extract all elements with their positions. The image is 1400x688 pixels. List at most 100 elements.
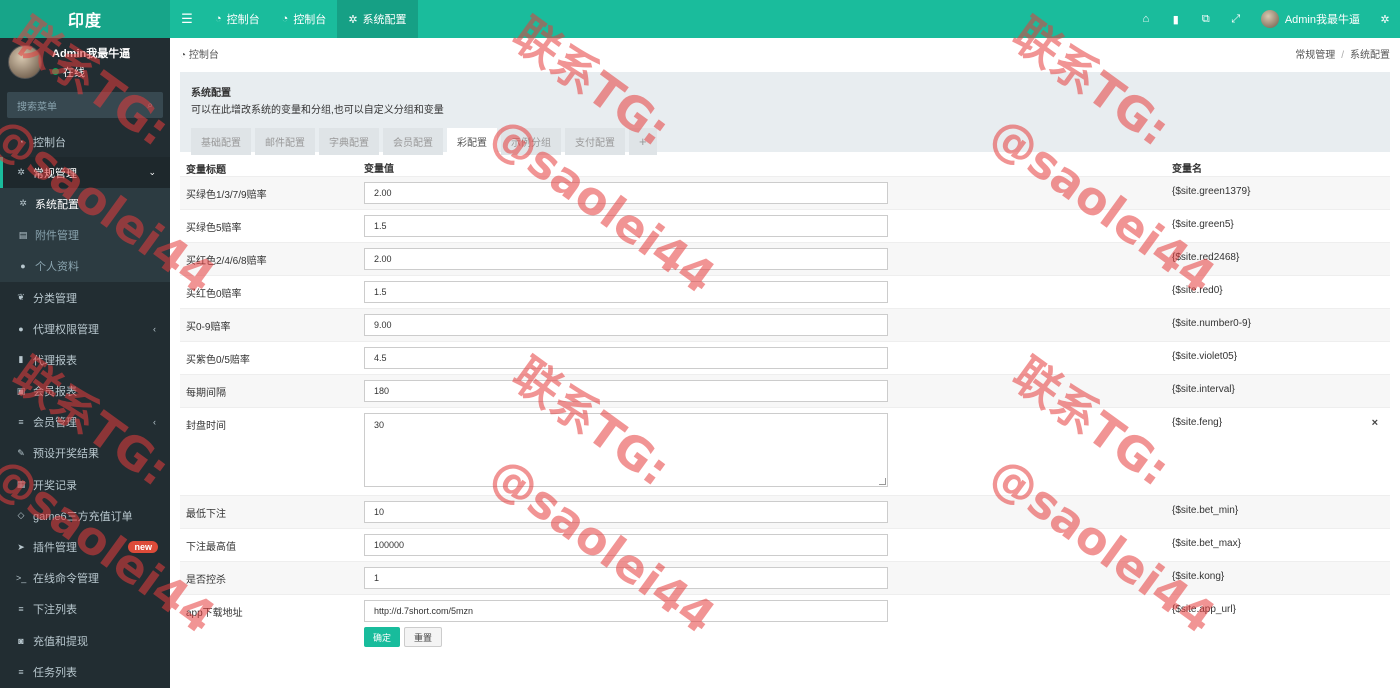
calendar-icon: ▦	[16, 479, 26, 490]
sidebar-item-10[interactable]: ✎ 预设开奖结果	[0, 438, 170, 469]
home-icon[interactable]: ⌂	[1131, 13, 1161, 25]
sidebar-item-1[interactable]: ✲ 常规管理 ⌄	[0, 157, 170, 189]
table-row: 最低下注 10 {$site.bet_min}	[180, 495, 1390, 529]
delete-icon[interactable]: ×	[1372, 417, 1378, 429]
sidebar-item-13[interactable]: ➤ 插件管理 new	[0, 531, 170, 562]
sidebar-toggle-icon[interactable]: ☰	[170, 0, 204, 38]
translate-icon[interactable]: ⧉	[1191, 13, 1221, 26]
sidebar-item-14[interactable]: >_ 在线命令管理	[0, 563, 170, 594]
list-icon: ≡	[18, 604, 24, 615]
sidebar-item-4[interactable]: ● 个人资料	[0, 250, 170, 282]
sidebar-item-12[interactable]: ◇ game6三方充值订单	[0, 500, 170, 531]
input-value: 9.00	[374, 320, 392, 330]
resize-handle[interactable]	[879, 478, 886, 485]
reset-button[interactable]: 重置	[404, 627, 443, 647]
variable-value-input[interactable]: 10	[364, 501, 888, 523]
dashboard-icon: ◔	[215, 13, 222, 25]
list-icon: ≡	[18, 417, 24, 428]
variable-value-input[interactable]: 100000	[364, 534, 888, 556]
sidebar-item-11[interactable]: ▦ 开奖记录	[0, 469, 170, 500]
variable-value-input[interactable]: 180	[364, 380, 888, 402]
add-tab-button[interactable]: +	[629, 128, 657, 155]
tab-config-0[interactable]: 基础配置	[191, 128, 251, 155]
sidebar-item-17[interactable]: ≡ 任务列表	[0, 656, 170, 687]
variable-title: app下载地址	[180, 594, 358, 627]
sidebar-item-9[interactable]: ≡ 会员管理 ‹	[0, 407, 170, 438]
sidebar-item-8[interactable]: ▣ 会员报表	[0, 376, 170, 407]
top-tab-system-config[interactable]: ✲ 系统配置	[337, 0, 418, 38]
panel-title: 系统配置	[191, 88, 231, 99]
input-value: 1.5	[374, 287, 387, 297]
chevron-down-icon: ⌄	[148, 167, 156, 178]
sidebar-item-label: game6三方充值订单	[33, 510, 133, 523]
input-value: 180	[374, 386, 390, 396]
table-row: app下载地址 http://d.7short.com/5mzn {$site.ap…	[180, 594, 1390, 627]
variable-value-input[interactable]: 4.5	[364, 347, 888, 369]
top-navbar: ☰ ◔ 控制台 ◔ 控制台 ✲ 系统配置 ⌂ ▮ ⧉ ⤢ Admin我最牛逼 ✲	[170, 0, 1400, 38]
tab-config-3[interactable]: 会员配置	[383, 128, 443, 155]
table-row: 下注最高值 100000 {$site.bet_max}	[180, 528, 1390, 562]
tab-config-1[interactable]: 邮件配置	[255, 128, 315, 155]
fullscreen-icon[interactable]: ⤢	[1221, 13, 1251, 26]
sidebar-item-label: 下注列表	[33, 604, 77, 617]
variable-value-input[interactable]: 9.00	[364, 314, 888, 336]
app-logo[interactable]: 印度	[0, 0, 170, 38]
settings-gear-icon[interactable]: ✲	[1370, 13, 1400, 26]
variable-title: 买紫色0/5赔率	[180, 341, 358, 375]
sidebar-item-label: 充值和提现	[33, 635, 88, 648]
sidebar-item-5[interactable]: ❦ 分类管理	[0, 282, 170, 313]
variable-value-input[interactable]: 1.5	[364, 281, 888, 303]
config-tabs: 基础配置 邮件配置 字典配置 会员配置 彩配置 示例分组 支付配置 +	[191, 128, 1379, 155]
confirm-button[interactable]: 确定	[364, 627, 401, 647]
sidebar-item-label: 任务列表	[33, 666, 77, 679]
variable-name: {$site.feng}	[1172, 417, 1223, 428]
panel-description: 可以在此增改系统的变量和分组,也可以自定义分组和变量	[191, 105, 444, 116]
variable-value-textarea[interactable]: 30	[364, 413, 888, 487]
table-row: 每期间隔 180 {$site.interval}	[180, 374, 1390, 408]
sidebar-item-3[interactable]: ▤ 附件管理	[0, 219, 170, 251]
variable-title: 下注最高值	[180, 528, 358, 562]
variable-value-input[interactable]: http://d.7short.com/5mzn	[364, 600, 888, 622]
variable-value-input[interactable]: 2.00	[364, 248, 888, 270]
group-icon: ●	[18, 323, 24, 334]
tab-config-4[interactable]: 彩配置	[447, 128, 497, 155]
table-row: 买绿色1/3/7/9赔率 2.00 {$site.green1379}	[180, 176, 1390, 210]
sidebar-item-7[interactable]: ▮ 代理报表	[0, 344, 170, 375]
variable-title: 每期间隔	[180, 374, 358, 408]
sidebar-item-6[interactable]: ● 代理权限管理 ‹	[0, 313, 170, 344]
column-header: 变量值	[364, 163, 394, 175]
column-header: 变量名	[1172, 163, 1202, 175]
tab-config-2[interactable]: 字典配置	[319, 128, 379, 155]
variable-title: 最低下注	[180, 495, 358, 529]
breadcrumb-item[interactable]: 常规管理	[1295, 50, 1335, 61]
sidebar-item-15[interactable]: ≡ 下注列表	[0, 594, 170, 625]
top-tab-dashboard-2[interactable]: ◔ 控制台	[271, 0, 338, 38]
top-tab-dashboard-1[interactable]: ◔ 控制台	[204, 0, 271, 38]
variable-name: {$site.green5}	[1172, 219, 1234, 230]
sidebar-item-0[interactable]: ◔ 控制台	[0, 126, 170, 157]
address-book-icon: ▣	[16, 385, 26, 396]
trash-icon[interactable]: ▮	[1161, 13, 1191, 26]
table-row: 是否控杀 1 {$site.kong}	[180, 561, 1390, 595]
input-value: 2.00	[374, 188, 392, 198]
search-icon[interactable]: ⌕	[147, 100, 153, 111]
variable-name: {$site.bet_min}	[1172, 505, 1239, 516]
user-menu[interactable]: Admin我最牛逼	[1251, 10, 1370, 28]
breadcrumb-item: 系统配置	[1350, 49, 1390, 61]
variable-name: {$site.kong}	[1172, 571, 1225, 582]
sidebar-item-16[interactable]: ◙ 充值和提现	[0, 625, 170, 656]
variable-value-input[interactable]: 1	[364, 567, 888, 589]
variable-value-input[interactable]: 2.00	[364, 182, 888, 204]
tab-config-5[interactable]: 示例分组	[501, 128, 561, 155]
sidebar-item-2[interactable]: ✲ 系统配置	[0, 188, 170, 220]
variable-name: {$site.red2468}	[1172, 252, 1240, 263]
dashboard-icon: ◔	[18, 136, 24, 147]
input-value: 10	[374, 507, 385, 517]
table-row: 买紫色0/5赔率 4.5 {$site.violet05}	[180, 341, 1390, 375]
tab-config-6[interactable]: 支付配置	[565, 128, 625, 155]
breadcrumb-left[interactable]: ◔ 控制台	[180, 46, 219, 61]
variable-value-input[interactable]: 1.5	[364, 215, 888, 237]
chevron-left-icon: ‹	[153, 417, 156, 428]
sidebar-item-label: 在线命令管理	[33, 573, 99, 586]
sidebar-search-input[interactable]: 搜索菜单 ⌕	[7, 92, 163, 118]
